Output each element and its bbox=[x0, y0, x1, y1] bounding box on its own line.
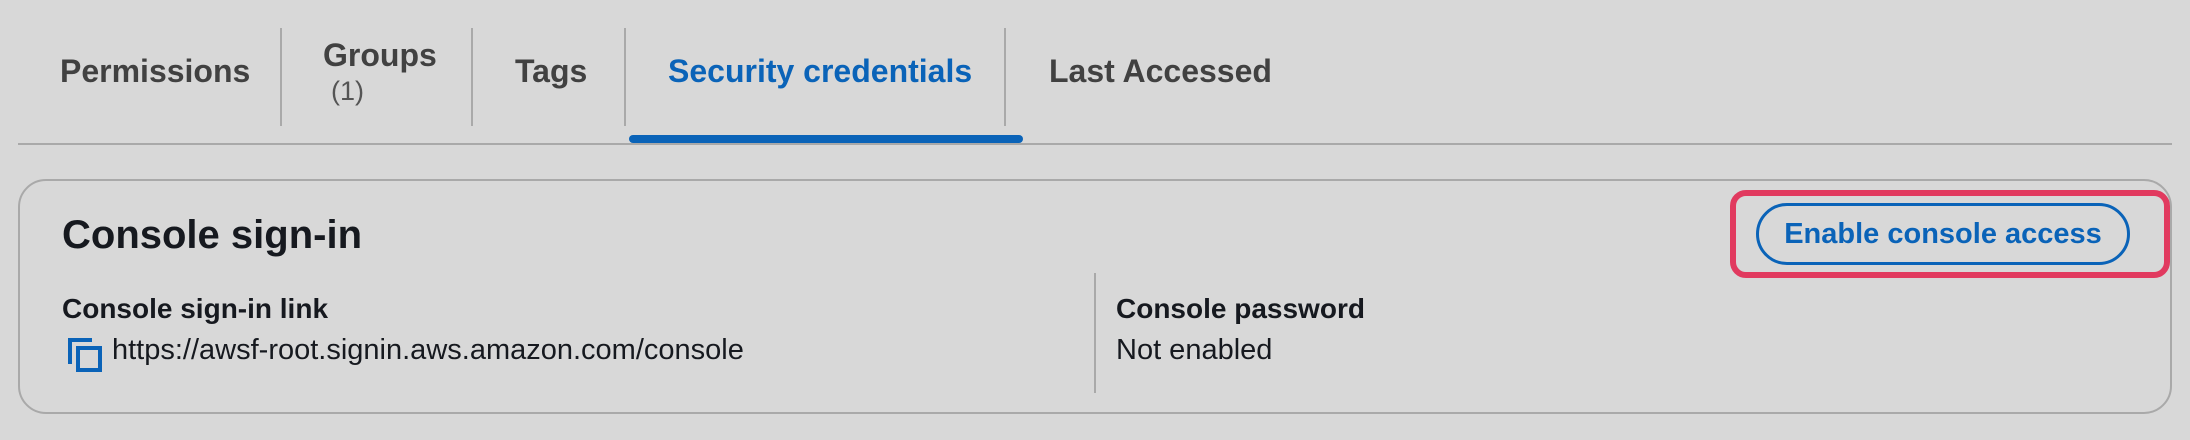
tab-permissions-label: Permissions bbox=[60, 53, 251, 89]
tab-last-accessed-label: Last Accessed bbox=[1049, 53, 1272, 89]
enable-console-access-button[interactable]: Enable console access bbox=[1756, 203, 2130, 265]
console-signin-title: Console sign-in bbox=[62, 213, 362, 257]
column-divider bbox=[1094, 273, 1096, 393]
signin-link-label: Console sign-in link bbox=[62, 293, 329, 324]
tab-divider bbox=[1004, 28, 1006, 126]
tab-bar: Permissions Groups (1) Tags Security cre… bbox=[18, 0, 2172, 145]
console-password-label: Console password bbox=[1116, 293, 1365, 324]
tab-last-accessed[interactable]: Last Accessed bbox=[1049, 0, 1272, 143]
tab-divider bbox=[624, 28, 626, 126]
tab-tags[interactable]: Tags bbox=[515, 0, 587, 143]
tab-security-credentials[interactable]: Security credentials bbox=[668, 0, 972, 143]
console-password-value: Not enabled bbox=[1116, 334, 1273, 366]
tab-permissions[interactable]: Permissions bbox=[60, 0, 250, 143]
console-signin-card: Console sign-in Enable console access Co… bbox=[18, 179, 2172, 414]
tab-divider bbox=[471, 28, 473, 126]
tab-security-credentials-label: Security credentials bbox=[668, 53, 973, 89]
copy-icon[interactable] bbox=[66, 336, 104, 374]
signin-link-value[interactable]: https://awsf-root.signin.aws.amazon.com/… bbox=[112, 334, 744, 367]
tab-divider bbox=[280, 28, 282, 126]
active-tab-indicator bbox=[629, 135, 1023, 143]
tab-groups[interactable]: Groups (1) bbox=[323, 0, 437, 143]
tab-tags-label: Tags bbox=[515, 53, 588, 89]
tab-groups-label: Groups bbox=[323, 37, 437, 74]
tab-groups-count: (1) bbox=[331, 75, 364, 106]
